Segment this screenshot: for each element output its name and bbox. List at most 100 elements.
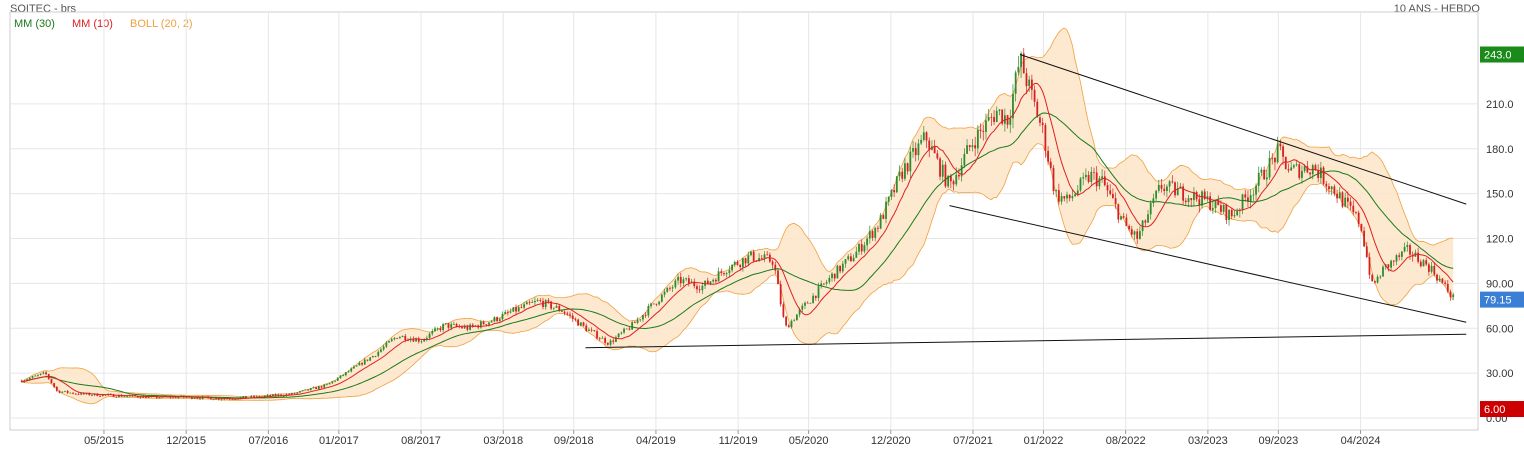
candle-body [304,389,307,391]
candle-body [714,279,717,282]
candle-body [1139,231,1141,239]
x-tick-label: 03/2023 [1188,435,1228,447]
candle-body [674,280,677,288]
candle-body [1201,191,1203,206]
candle-body [1117,204,1120,220]
candle-body [523,304,526,308]
candle-body [1357,212,1360,225]
candle-body [1452,294,1455,298]
candle-body [504,311,507,315]
candle-body [1282,146,1284,157]
candle-body [855,251,858,258]
candle-body [1446,283,1449,292]
candle-body [1355,212,1357,214]
candle-body [126,396,128,397]
candle-body [731,264,733,271]
candle-body [1036,101,1039,118]
candle-body [466,326,469,330]
candle-body [660,294,663,302]
candle-body [579,322,582,326]
candle-body [393,338,396,340]
candle-body [906,163,909,172]
candle-body [628,328,631,330]
candle-body [353,366,355,369]
candle-body [569,314,571,316]
candle-body [99,395,101,397]
candle-body [1265,177,1268,180]
candle-body [342,375,345,376]
candle-body [644,315,647,316]
x-tick-label: 12/2020 [871,435,911,447]
candle-body [650,303,652,306]
candle-body [531,302,534,303]
candle-body [1174,182,1176,196]
candle-body [398,337,401,339]
candle-body [347,371,350,373]
candle-body [1379,276,1382,278]
candle-body [1076,190,1079,195]
candle-body [747,255,750,264]
candle-body [774,264,777,271]
candle-body [1309,172,1311,175]
candle-body [1279,143,1282,147]
candle-body [958,174,960,177]
candle-body [939,158,941,177]
candle-body [507,311,509,313]
candle-body [382,346,385,350]
candle-body [1055,190,1058,192]
candle-body [982,130,985,132]
candle-body [61,391,64,393]
candle-body [1095,172,1098,187]
candle-body [1168,181,1171,187]
candle-body [812,295,815,303]
candle-body [763,254,766,259]
candle-body [917,143,920,156]
candle-body [841,263,844,272]
candle-body [866,238,869,246]
price-chart[interactable]: 0.0030.0060.0090.00120.0150.0180.0210.00… [0,0,1524,451]
candle-body [1225,204,1228,220]
moving-averages [21,82,1454,400]
candle-body [1087,174,1090,182]
candle-body [901,171,904,179]
candle-body [585,325,588,332]
candle-body [1368,257,1371,275]
candle-body [1255,185,1257,195]
candle-body [358,362,361,366]
candle-body [1260,169,1263,173]
candle-body [361,362,363,365]
candle-body [520,307,523,308]
candle-body [544,300,547,308]
candle-body [1063,196,1066,199]
candle-body [115,396,118,398]
candle-body [1406,245,1409,248]
candle-body [925,132,928,141]
candle-body [1287,169,1290,171]
candle-body [434,328,436,332]
x-tick-label: 03/2018 [483,435,523,447]
x-tick-label: 07/2021 [953,435,993,447]
candle-body [793,320,796,322]
candle-body [1093,171,1095,173]
candle-body [512,307,515,312]
candle-body [396,338,399,339]
candle-body [669,287,671,289]
candle-body [814,295,817,298]
candle-body [1171,181,1174,183]
candle-body [515,307,517,312]
last-badge-label: 79.15 [1484,295,1512,307]
candle-body [1263,169,1266,180]
candle-body [485,324,488,326]
candle-body [388,341,390,343]
candle-body [420,341,423,343]
candle-body [752,251,755,262]
candle-body [439,328,442,331]
candle-body [860,244,863,252]
candle-body [1436,274,1438,281]
candle-body [760,258,763,259]
candle-body [1249,195,1252,202]
candle-body [590,329,593,331]
candle-body [804,302,806,306]
candle-body [34,375,37,377]
candle-body [1114,198,1117,205]
